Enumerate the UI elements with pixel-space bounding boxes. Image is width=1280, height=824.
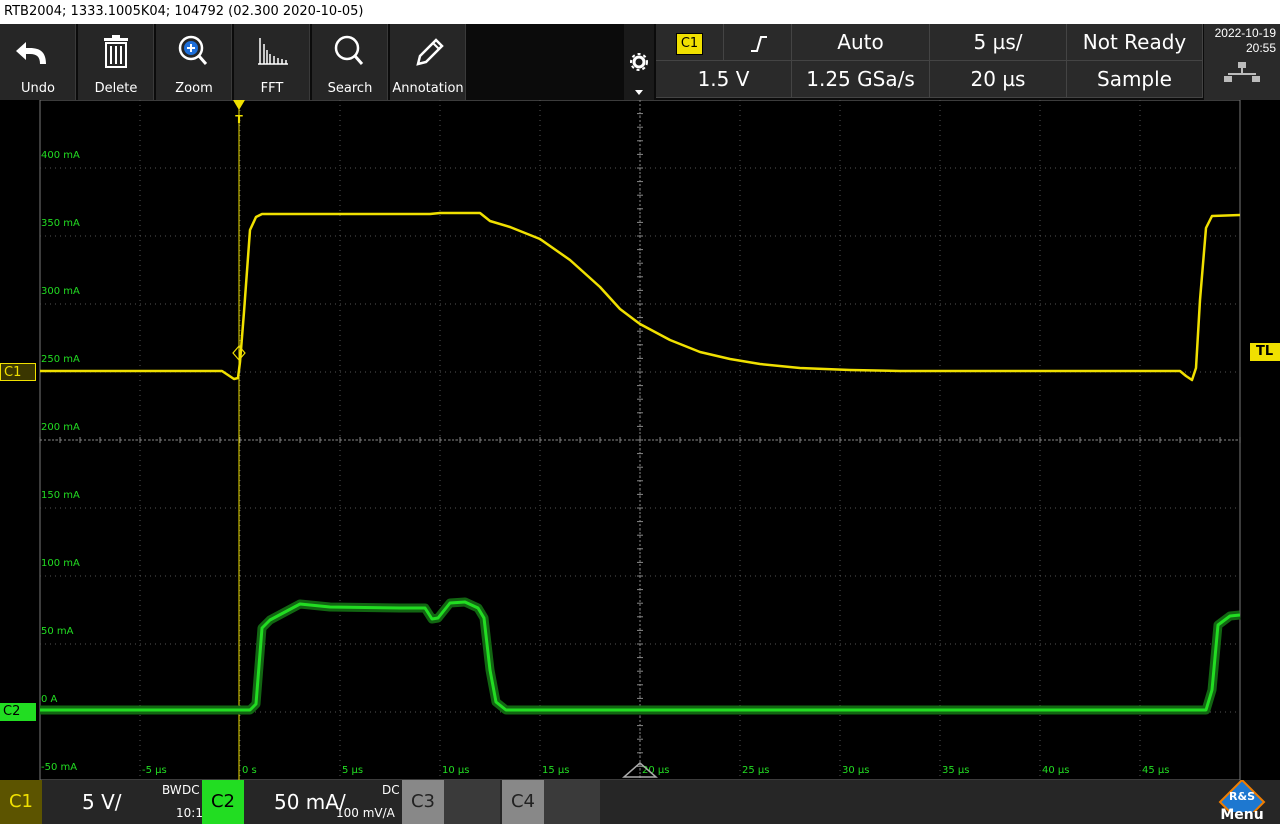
- c1-scale: 5 V/: [82, 790, 122, 814]
- trigger-slope-field[interactable]: [724, 24, 792, 61]
- timebase-field[interactable]: 5 µs/: [930, 24, 1067, 61]
- c2-coupling: DC: [382, 783, 400, 797]
- scope-grid: 400 mA 350 mA 300 mA 250 mA 200 mA 150 mA 100 …: [39, 99, 1241, 781]
- y-tick-label: 50 mA: [41, 626, 74, 637]
- x-tick-label: 10 µs: [442, 765, 469, 776]
- fft-button[interactable]: FFT: [234, 24, 310, 100]
- c1-coupling: DC: [182, 783, 200, 797]
- c4-button[interactable]: C4: [502, 780, 544, 824]
- fft-icon: [258, 38, 288, 65]
- search-label: Search: [327, 81, 373, 96]
- c1-probe: 10:1: [176, 806, 203, 820]
- acquisition-mode-field[interactable]: Sample: [1067, 61, 1203, 98]
- search-button[interactable]: Search: [312, 24, 388, 100]
- annotation-button[interactable]: Annotation: [390, 24, 466, 100]
- x-tick-label: 40 µs: [1042, 765, 1069, 776]
- c2-offset-marker[interactable]: C2: [0, 703, 36, 721]
- c2-button[interactable]: C2: [202, 780, 244, 824]
- y-tick-label: 200 mA: [41, 422, 80, 433]
- c1-settings[interactable]: 5 V/ BW DC 10:1: [42, 780, 203, 824]
- y-tick-label: 250 mA: [41, 354, 80, 365]
- y-tick-label: 150 mA: [41, 490, 80, 501]
- trigger-source-field[interactable]: C1: [656, 24, 724, 61]
- trigger-position-field[interactable]: 20 µs: [930, 61, 1067, 98]
- c3-button[interactable]: C3: [402, 780, 444, 824]
- y-tick-label: 400 mA: [41, 150, 80, 161]
- c4-settings[interactable]: [544, 780, 600, 824]
- waveform-display[interactable]: 400 mA 350 mA 300 mA 250 mA 200 mA 150 mA 100 …: [0, 99, 1280, 781]
- y-tick-label: 100 mA: [41, 558, 80, 569]
- c3-settings[interactable]: [444, 780, 500, 824]
- x-tick-label: 30 µs: [842, 765, 869, 776]
- dropdown-arrow-icon: [635, 90, 643, 95]
- y-tick-label: 350 mA: [41, 218, 80, 229]
- pencil-icon: [416, 38, 444, 66]
- sample-rate-field[interactable]: 1.25 GSa/s: [792, 61, 930, 98]
- c2-settings[interactable]: 50 mA/ DC 100 mV/A: [244, 780, 402, 824]
- x-tick-label: 25 µs: [742, 765, 769, 776]
- rising-edge-icon: [750, 35, 767, 52]
- zoom-icon: [178, 35, 208, 65]
- y-tick-label: 0 A: [41, 694, 58, 705]
- trigger-position-arrow-icon: [233, 100, 245, 110]
- y-tick-label: 300 mA: [41, 286, 80, 297]
- network-icon: [1224, 62, 1260, 82]
- trigger-position-label: T: [235, 113, 243, 126]
- undo-button[interactable]: Undo: [0, 24, 76, 100]
- annotation-label: Annotation: [392, 81, 464, 96]
- settings-button[interactable]: [624, 24, 654, 100]
- undo-icon: [16, 42, 46, 64]
- x-tick-label: 5 µs: [342, 765, 363, 776]
- delete-button[interactable]: Delete: [78, 24, 154, 100]
- x-tick-label: 45 µs: [1142, 765, 1169, 776]
- trigger-source-tag: C1: [675, 32, 704, 55]
- svg-text:R&S: R&S: [1229, 790, 1255, 803]
- menu-label: Menu: [1220, 807, 1264, 823]
- datetime-panel: 2022-10-19 20:55: [1204, 24, 1280, 100]
- menu-button[interactable]: R&S Menu: [1204, 780, 1280, 824]
- c2-probe: 100 mV/A: [336, 806, 395, 820]
- c1-offset-marker[interactable]: C1: [0, 363, 36, 381]
- trigger-level-marker[interactable]: TL: [1250, 343, 1280, 361]
- undo-label: Undo: [21, 81, 55, 96]
- channel-bar: C1 5 V/ BW DC 10:1 C2 50 mA/ DC 100 mV/A…: [0, 780, 1280, 824]
- x-tick-label: 35 µs: [942, 765, 969, 776]
- gear-icon: [630, 53, 648, 95]
- c1-bw-flag: BW: [162, 783, 182, 797]
- date-text: 2022-10-19: [1214, 26, 1276, 40]
- trigger-level-field[interactable]: 1.5 V: [656, 61, 792, 98]
- window-title: RTB2004; 1333.1005K04; 104792 (02.300 20…: [0, 0, 1280, 24]
- y-tick-label: -50 mA: [41, 762, 77, 773]
- c2-scale: 50 mA/: [274, 790, 346, 814]
- trigger-mode-field[interactable]: Auto: [792, 24, 930, 61]
- x-tick-label: 0 s: [242, 765, 257, 776]
- zoom-button[interactable]: Zoom: [156, 24, 232, 100]
- c1-button[interactable]: C1: [0, 780, 42, 824]
- time-text: 20:55: [1245, 41, 1276, 55]
- trash-icon: [104, 35, 128, 68]
- fft-label: FFT: [260, 81, 284, 96]
- zoom-label: Zoom: [175, 81, 213, 96]
- acquisition-state-field[interactable]: Not Ready: [1067, 24, 1203, 61]
- search-icon: [334, 35, 364, 65]
- x-tick-label: -5 µs: [142, 765, 167, 776]
- x-tick-label: 15 µs: [542, 765, 569, 776]
- delete-label: Delete: [94, 81, 138, 96]
- x-tick-label: 20 µs: [642, 765, 669, 776]
